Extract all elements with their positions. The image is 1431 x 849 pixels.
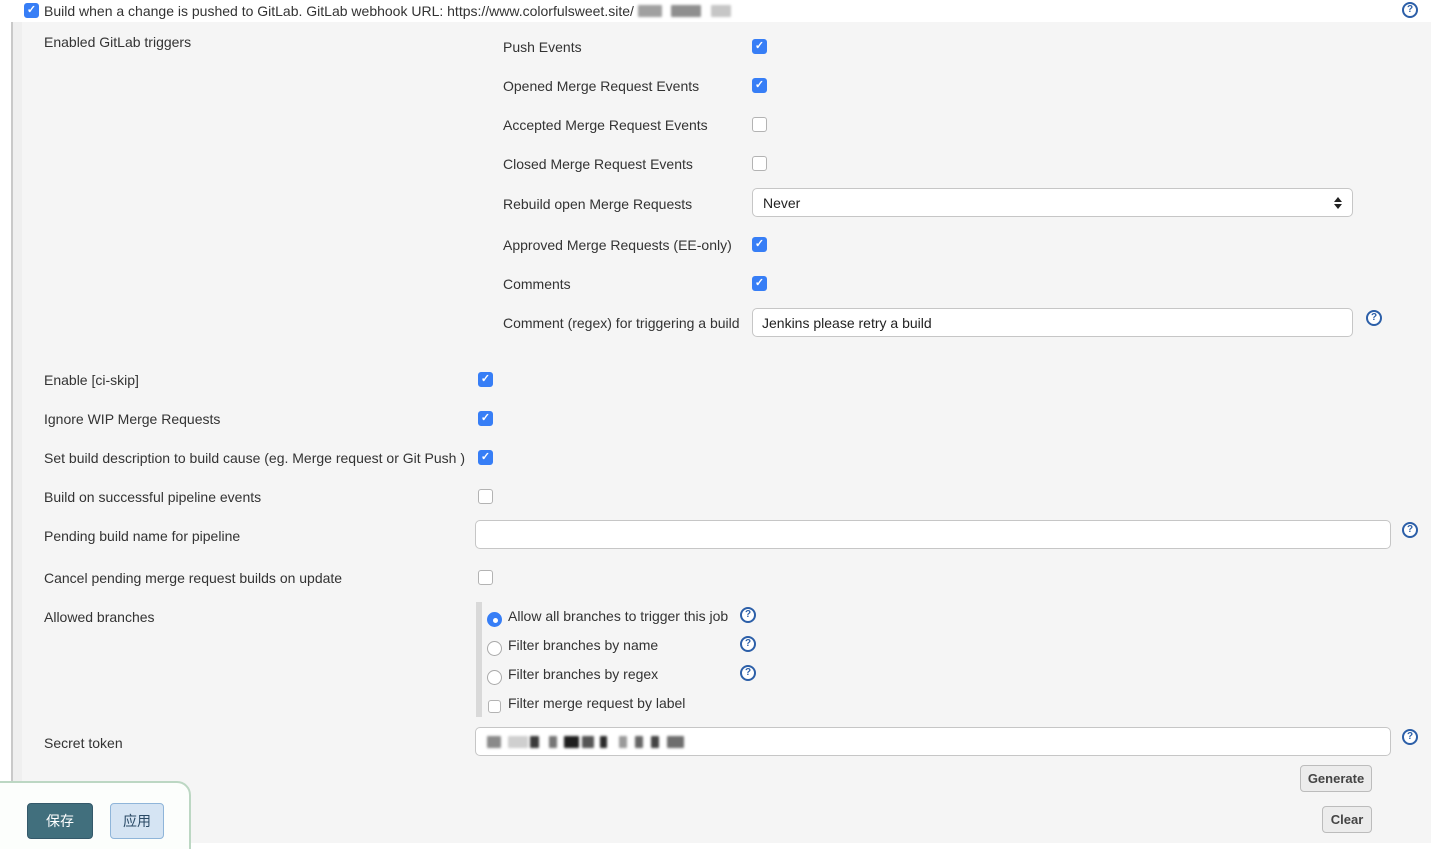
section-gutter-strip [13,22,22,843]
closed-mr-events-checkbox[interactable] [752,156,767,171]
rebuild-select-value: Never [763,195,1334,211]
secret-token-label: Secret token [44,734,123,752]
approved-mr-label: Approved Merge Requests (EE-only) [503,236,732,254]
content-background [13,22,1431,843]
allowed-branches-label: Allowed branches [44,608,155,626]
help-icon[interactable]: ? [740,665,756,681]
ci-skip-label: Enable [ci-skip] [44,371,139,389]
comments-checkbox[interactable] [752,276,767,291]
secret-token-input[interactable] [475,727,1391,756]
ignore-wip-label: Ignore WIP Merge Requests [44,410,220,428]
enabled-triggers-label: Enabled GitLab triggers [44,33,191,51]
opened-mr-events-label: Opened Merge Request Events [503,77,699,95]
help-icon[interactable]: ? [740,607,756,623]
filter-branches-by-name-label: Filter branches by name [508,636,658,654]
redacted-token-part [549,736,557,748]
redacted-url-part [638,5,662,17]
help-icon[interactable]: ? [1402,2,1418,18]
redacted-token-part [635,736,643,748]
build-description-checkbox[interactable] [478,450,493,465]
redacted-token-part [564,736,579,748]
gitlab-trigger-config-page: Build when a change is pushed to GitLab.… [0,0,1431,849]
header-label-row: Build when a change is pushed to GitLab.… [44,0,731,22]
opened-mr-events-checkbox[interactable] [752,78,767,93]
filter-mr-by-label-checkbox[interactable] [488,700,501,713]
pipeline-events-checkbox[interactable] [478,489,493,504]
filter-mr-by-label-label: Filter merge request by label [508,694,685,712]
help-icon[interactable]: ? [1402,522,1418,538]
redacted-token-part [651,736,659,748]
nested-section-bar [476,602,482,717]
help-icon[interactable]: ? [740,636,756,652]
rebuild-open-mr-select[interactable]: Never [752,188,1353,217]
help-icon[interactable]: ? [1402,729,1418,745]
generate-button[interactable]: Generate [1300,765,1372,792]
save-button[interactable]: 保存 [27,803,93,839]
redacted-token-part [619,736,627,748]
redacted-token-part [508,736,528,748]
redacted-token-part [530,736,539,748]
redacted-url-part [671,5,701,17]
rebuild-open-mr-label: Rebuild open Merge Requests [503,195,692,213]
cancel-pending-checkbox[interactable] [478,570,493,585]
header-label: Build when a change is pushed to GitLab.… [44,3,634,19]
filter-branches-by-regex-label: Filter branches by regex [508,665,658,683]
pending-build-name-input[interactable] [475,520,1391,549]
filter-branches-by-regex-radio[interactable] [487,670,502,685]
comments-label: Comments [503,275,571,293]
section-indent-line [11,0,13,843]
pending-build-name-label: Pending build name for pipeline [44,527,240,545]
pipeline-events-label: Build on successful pipeline events [44,488,261,506]
cancel-pending-label: Cancel pending merge request builds on u… [44,569,342,587]
push-events-checkbox[interactable] [752,39,767,54]
redacted-token-part [667,736,684,748]
clear-button[interactable]: Clear [1322,806,1372,833]
filter-branches-by-name-radio[interactable] [487,641,502,656]
redacted-token-part [487,736,501,748]
redacted-url-part [711,5,731,17]
allow-all-branches-radio[interactable] [487,612,502,627]
accepted-mr-events-label: Accepted Merge Request Events [503,116,708,134]
build-on-push-checkbox[interactable] [24,3,39,18]
select-spinner-icon [1334,197,1342,209]
approved-mr-checkbox[interactable] [752,237,767,252]
ci-skip-checkbox[interactable] [478,372,493,387]
push-events-label: Push Events [503,38,582,56]
redacted-token-part [582,736,594,748]
build-description-label: Set build description to build cause (eg… [44,449,465,467]
comment-regex-input[interactable] [752,308,1353,337]
closed-mr-events-label: Closed Merge Request Events [503,155,693,173]
ignore-wip-checkbox[interactable] [478,411,493,426]
apply-button[interactable]: 应用 [110,803,164,839]
help-icon[interactable]: ? [1366,310,1382,326]
comment-regex-label: Comment (regex) for triggering a build [503,314,740,332]
redacted-token-part [600,736,607,748]
allow-all-branches-label: Allow all branches to trigger this job [508,607,728,625]
accepted-mr-events-checkbox[interactable] [752,117,767,132]
